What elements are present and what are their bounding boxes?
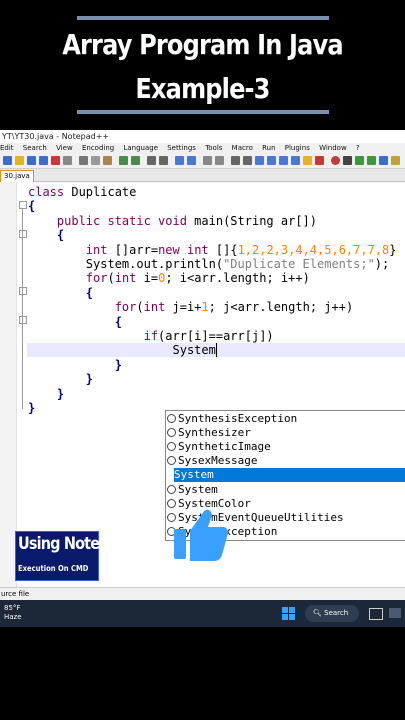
indent-guide-icon[interactable] [255, 156, 264, 165]
menu-window[interactable]: Window [319, 144, 347, 152]
method-icon [167, 413, 176, 423]
spell-check-icon[interactable] [391, 156, 400, 165]
top-divider [77, 16, 329, 20]
cut-icon[interactable] [79, 156, 88, 165]
close-icon[interactable] [51, 156, 60, 165]
status-bar: urce file [0, 587, 405, 601]
code-line-6: System.out.println("Duplicate Elements;"… [85, 257, 390, 271]
weather-temp: 85°F [4, 604, 21, 612]
fold-toggle-main[interactable] [19, 230, 27, 238]
stop-macro-icon[interactable] [343, 156, 352, 165]
code-line-15: } [56, 387, 65, 401]
menu-encoding[interactable]: Encoding [82, 144, 114, 152]
method-icon [167, 427, 176, 437]
ac-item[interactable]: System [166, 483, 405, 497]
fold-toggle-inner-for[interactable] [19, 316, 27, 324]
menu-bar: Edit Search View Encoding Language Setti… [0, 143, 405, 154]
code-line-7: for(int i=0; i<arr.length; i++) [85, 271, 310, 285]
line-number-gutter [0, 182, 16, 591]
code-line-11: if(arr[i]==arr[j]) [143, 329, 274, 343]
code-line-13: } [114, 358, 122, 372]
wrap-icon[interactable] [231, 156, 240, 165]
video-title-line2: Example-3 [135, 72, 270, 105]
menu-macro[interactable]: Macro [232, 144, 253, 152]
new-file-icon[interactable] [3, 156, 12, 165]
redo-icon[interactable] [131, 156, 140, 165]
tab-bar: 30.java [0, 169, 405, 182]
menu-help[interactable]: ? [356, 144, 360, 152]
save-all-icon[interactable] [39, 156, 48, 165]
method-icon [167, 441, 176, 451]
doc-map-icon[interactable] [279, 156, 288, 165]
code-line-14: } [85, 372, 94, 386]
monitor-icon[interactable] [315, 156, 324, 165]
fold-toggle-outer-for[interactable] [19, 287, 27, 295]
ac-item[interactable]: SyntheticImage [166, 440, 405, 454]
menu-settings[interactable]: Settings [167, 144, 196, 152]
func-list-icon[interactable] [291, 156, 300, 165]
code-line-16: } [28, 401, 36, 415]
toolbar [0, 154, 405, 169]
replace-icon[interactable] [159, 156, 168, 165]
code-line-4: { [56, 228, 65, 242]
menu-tools[interactable]: Tools [205, 144, 222, 152]
paste-icon[interactable] [103, 156, 112, 165]
ac-item[interactable]: Synthesizer [166, 426, 405, 440]
promo-title: Using Notepad++ [18, 534, 150, 554]
weather-condition: Haze [4, 613, 22, 621]
windows-taskbar: 85°F Haze 🔍︎ Search [0, 600, 405, 627]
promo-subtitle: Execution On CMD [18, 564, 89, 573]
code-line-1: class Duplicate [28, 185, 137, 199]
show-all-icon[interactable] [243, 156, 252, 165]
sync-h-icon[interactable] [215, 156, 224, 165]
code-line-5: int []arr=new int []{1,2,2,3,4,4,5,6,7,7… [85, 243, 397, 257]
menu-edit[interactable]: Edit [0, 144, 14, 152]
menu-run[interactable]: Run [262, 144, 275, 152]
code-line-10: { [114, 315, 122, 329]
task-view-icon[interactable] [369, 608, 383, 620]
run-macro-icon[interactable] [367, 156, 376, 165]
method-icon [167, 455, 176, 465]
code-line-8: { [85, 286, 94, 300]
zoom-out-icon[interactable] [187, 156, 196, 165]
video-title-line1: Array Program In Java [62, 28, 343, 61]
menu-plugins[interactable]: Plugins [285, 144, 310, 152]
zoom-in-icon[interactable] [175, 156, 184, 165]
ac-item[interactable]: SysexMessage [166, 454, 405, 468]
tab-yt30-java[interactable]: 30.java [0, 170, 34, 182]
menu-language[interactable]: Language [123, 144, 158, 152]
ac-item[interactable]: SynthesisException [166, 412, 405, 426]
bottom-divider [77, 110, 329, 114]
find-icon[interactable] [147, 156, 156, 165]
fold-line [22, 209, 23, 409]
thumbs-up-icon [174, 509, 228, 561]
open-file-icon[interactable] [15, 156, 24, 165]
play-macro-icon[interactable] [355, 156, 364, 165]
copy-icon[interactable] [91, 156, 100, 165]
taskbar-search[interactable]: 🔍︎ Search [305, 605, 359, 622]
save-macro-icon[interactable] [379, 156, 388, 165]
print-icon[interactable] [63, 156, 72, 165]
code-line-2: { [28, 199, 36, 213]
ac-item-selected[interactable]: System [174, 468, 405, 482]
record-macro-icon[interactable] [331, 156, 340, 165]
promo-banner: Using Notepad++ Execution On CMD [15, 531, 150, 581]
method-icon [167, 484, 176, 494]
code-line-9: for(int j=i+1; j<arr.length; j++) [114, 300, 354, 314]
code-line-12: System [172, 343, 217, 357]
undo-icon[interactable] [119, 156, 128, 165]
folder-workspace-icon[interactable] [303, 156, 312, 165]
taskbar-app-icon[interactable] [389, 608, 401, 618]
code-line-3: public static void main(String ar[]) [56, 214, 317, 228]
fold-toggle-class[interactable] [19, 201, 27, 209]
window-title: YT\YT30.java - Notepad++ [0, 130, 405, 143]
weather-widget[interactable]: 85°F Haze [4, 604, 22, 622]
windows-start-icon[interactable] [282, 607, 295, 620]
sync-v-icon[interactable] [203, 156, 212, 165]
menu-view[interactable]: View [56, 144, 73, 152]
udl-icon[interactable] [267, 156, 276, 165]
save-icon[interactable] [27, 156, 36, 165]
search-icon: 🔍︎ [313, 609, 322, 617]
menu-search[interactable]: Search [23, 144, 47, 152]
